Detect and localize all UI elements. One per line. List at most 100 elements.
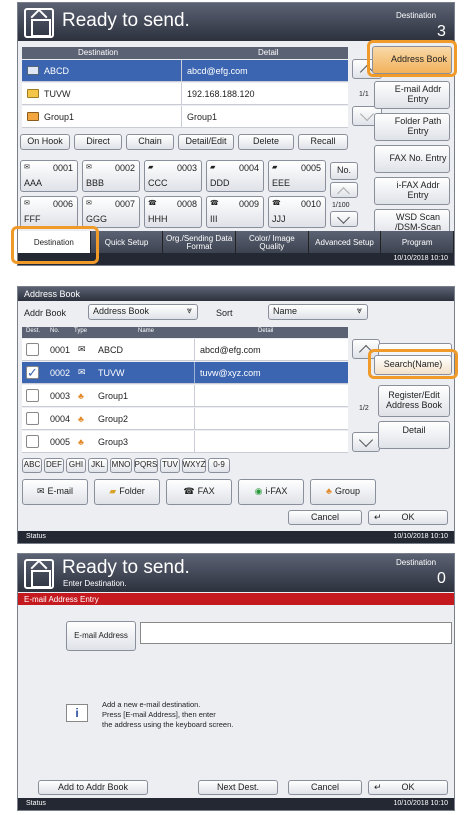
email-addr-entry-button[interactable]: E-mail Addr Entry <box>374 81 450 109</box>
email-filter-button[interactable]: ✉ E-mail <box>22 479 88 505</box>
onetouch-down-button[interactable] <box>330 211 358 227</box>
onetouch-up-button[interactable] <box>330 182 358 200</box>
folder-path-entry-button[interactable]: Folder Path Entry <box>374 113 450 141</box>
email-address-button[interactable]: E-mail Address <box>66 621 136 651</box>
addressbook-row[interactable]: 0001 ✉ ABCD abcd@efg.com <box>22 339 348 361</box>
recall-button[interactable]: Recall <box>298 134 348 150</box>
screen-email-entry: Ready to send. Enter Destination. Destin… <box>17 553 455 811</box>
index-mno[interactable]: MNO <box>110 458 132 473</box>
highlight-search-name <box>368 349 458 379</box>
addressbook-row[interactable]: ✓ 0002 ✉ TUVW tuvw@xyz.com <box>22 362 348 384</box>
cancel-button[interactable]: Cancel <box>288 780 362 795</box>
row-dest: ABCD <box>44 65 70 76</box>
one-touch-key[interactable]: ✉ 0007 GGG <box>82 196 140 228</box>
chevron-up-icon <box>337 187 350 200</box>
email-filter-label: E-mail <box>47 486 74 497</box>
index-pqrs[interactable]: PQRS <box>134 458 158 473</box>
index-jkl[interactable]: JKL <box>88 458 108 473</box>
add-to-addr-book-button[interactable]: Add to Addr Book <box>38 780 148 795</box>
email-address-field[interactable] <box>140 622 452 644</box>
destination-row[interactable]: Group1 Group1 <box>22 106 348 128</box>
email-icon: ✉ <box>78 344 86 354</box>
checkbox-checked[interactable]: ✓ <box>26 366 39 379</box>
col-detail: Detail <box>258 48 279 57</box>
row-detail: abcd@efg.com <box>187 65 248 76</box>
sort-value: Name <box>273 306 298 317</box>
enter-icon: ↵ <box>374 511 382 522</box>
index-tuv[interactable]: TUV <box>160 458 180 473</box>
highlight-address-book <box>367 40 457 77</box>
index-ghi[interactable]: GHI <box>66 458 86 473</box>
one-touch-key[interactable]: ▰ 0005 EEE <box>268 160 326 192</box>
index-abc[interactable]: ABC <box>22 458 42 473</box>
addr-book-select[interactable]: Address Book ⩔ <box>88 304 198 320</box>
email-icon: ✉ <box>86 200 92 207</box>
detail-edit-button[interactable]: Detail/Edit <box>178 134 234 150</box>
next-dest-button[interactable]: Next Dest. <box>198 780 278 795</box>
delete-button[interactable]: Delete <box>238 134 294 150</box>
destination-label: Destination <box>396 558 437 567</box>
tab-program[interactable]: Program <box>381 231 454 255</box>
destination-row[interactable]: TUVW 192.168.188.120 <box>22 83 348 105</box>
one-touch-key[interactable]: ✉ 0001 AAA <box>20 160 78 192</box>
one-touch-key[interactable]: ✉ 0002 BBB <box>82 160 140 192</box>
ok-label: OK <box>401 511 415 522</box>
number-search-button[interactable]: No. <box>330 162 358 180</box>
row-detail: 192.168.188.120 <box>187 88 255 99</box>
checkbox[interactable] <box>26 389 39 402</box>
status-button[interactable]: Status <box>26 800 46 807</box>
one-touch-key[interactable]: ☎ 0010 JJJ <box>268 196 326 228</box>
ok-button[interactable]: ↵ OK <box>368 780 448 795</box>
checkbox[interactable] <box>26 435 39 448</box>
cancel-button[interactable]: Cancel <box>288 510 362 525</box>
fax-icon: ☎ <box>183 486 195 497</box>
ifax-filter-button[interactable]: ◉ i-FAX <box>238 479 304 505</box>
home-icon[interactable] <box>24 559 54 589</box>
one-touch-key[interactable]: ☎ 0008 HHH <box>144 196 202 228</box>
sort-select[interactable]: Name ⩔ <box>268 304 368 320</box>
tab-color-quality[interactable]: Color/ Image Quality <box>236 231 309 255</box>
scroll-down-button[interactable] <box>352 432 380 452</box>
checkbox[interactable] <box>26 412 39 425</box>
row-number: 0004 <box>50 413 71 424</box>
one-touch-key[interactable]: ▰ 0004 DDD <box>206 160 264 192</box>
key-number: 0009 <box>238 199 259 209</box>
tab-quick-setup[interactable]: Quick Setup <box>90 231 164 255</box>
destination-row[interactable]: ABCD abcd@efg.com <box>22 60 348 82</box>
one-touch-key[interactable]: ▰ 0003 CCC <box>144 160 202 192</box>
group-filter-button[interactable]: ♣ Group <box>310 479 376 505</box>
one-touch-key[interactable]: ✉ 0006 FFF <box>20 196 78 228</box>
index-wxyz[interactable]: WXYZ <box>182 458 206 473</box>
ifax-addr-entry-button[interactable]: i-FAX Addr Entry <box>374 177 450 205</box>
sort-label: Sort <box>216 308 233 318</box>
addr-book-label: Addr Book <box>24 308 67 318</box>
status-button[interactable]: Status <box>26 533 46 540</box>
destination-count: 0 <box>437 570 446 587</box>
fax-no-entry-button[interactable]: FAX No. Entry <box>374 145 450 173</box>
page-title: Ready to send. <box>62 10 190 31</box>
checkbox[interactable] <box>26 343 39 356</box>
home-icon[interactable] <box>24 8 54 38</box>
folder-filter-button[interactable]: ▰ Folder <box>94 479 160 505</box>
row-detail: Group1 <box>187 111 218 122</box>
detail-button[interactable]: Detail <box>378 421 450 449</box>
page-indicator: 1/2 <box>359 405 369 412</box>
email-icon: ✉ <box>86 164 92 171</box>
addressbook-row[interactable]: 0003 ♣ Group1 <box>22 385 348 407</box>
addressbook-row[interactable]: 0005 ♣ Group3 <box>22 431 348 453</box>
addressbook-row[interactable]: 0004 ♣ Group2 <box>22 408 348 430</box>
ok-button[interactable]: ↵ OK <box>368 510 448 525</box>
register-edit-button[interactable]: Register/Edit Address Book <box>378 385 450 417</box>
index-0-9[interactable]: 0-9 <box>208 458 230 473</box>
tab-org-sending[interactable]: Org./Sending Data Format <box>163 231 237 255</box>
chain-button[interactable]: Chain <box>126 134 174 150</box>
destination-label: Destination <box>396 11 437 20</box>
row-dest: TUVW <box>44 88 71 99</box>
col-name: Name <box>138 328 155 334</box>
tab-advanced-setup[interactable]: Advanced Setup <box>308 231 382 255</box>
fax-filter-button[interactable]: ☎ FAX <box>166 479 232 505</box>
direct-button[interactable]: Direct <box>74 134 122 150</box>
on-hook-button[interactable]: On Hook <box>20 134 70 150</box>
index-def[interactable]: DEF <box>44 458 64 473</box>
one-touch-key[interactable]: ☎ 0009 III <box>206 196 264 228</box>
